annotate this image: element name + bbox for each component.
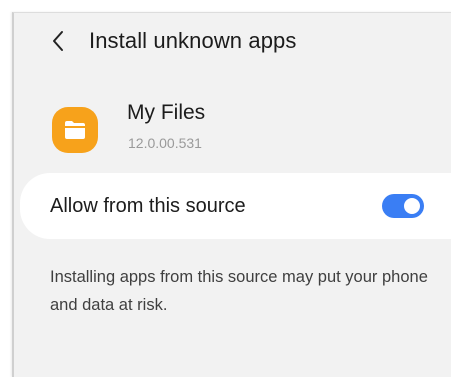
app-info: My Files 12.0.00.531	[14, 95, 451, 165]
app-bar: Install unknown apps	[14, 13, 451, 69]
app-version: 12.0.00.531	[128, 135, 202, 151]
page-title: Install unknown apps	[89, 28, 297, 53]
folder-icon	[65, 121, 85, 139]
chevron-left-icon	[53, 31, 63, 51]
my-files-app-icon	[52, 107, 98, 153]
toggle-knob	[402, 196, 422, 216]
allow-from-source-toggle[interactable]	[382, 194, 424, 218]
risk-warning-text: Installing apps from this source may put…	[50, 268, 428, 314]
app-name: My Files	[127, 101, 206, 124]
screen: Install unknown apps My Files 12.0.00.53…	[0, 0, 451, 377]
allow-from-source-label: Allow from this source	[50, 195, 246, 217]
settings-page: Install unknown apps My Files 12.0.00.53…	[12, 12, 451, 377]
allow-from-source-setting[interactable]: Allow from this source	[20, 173, 451, 239]
back-button[interactable]	[44, 27, 72, 55]
